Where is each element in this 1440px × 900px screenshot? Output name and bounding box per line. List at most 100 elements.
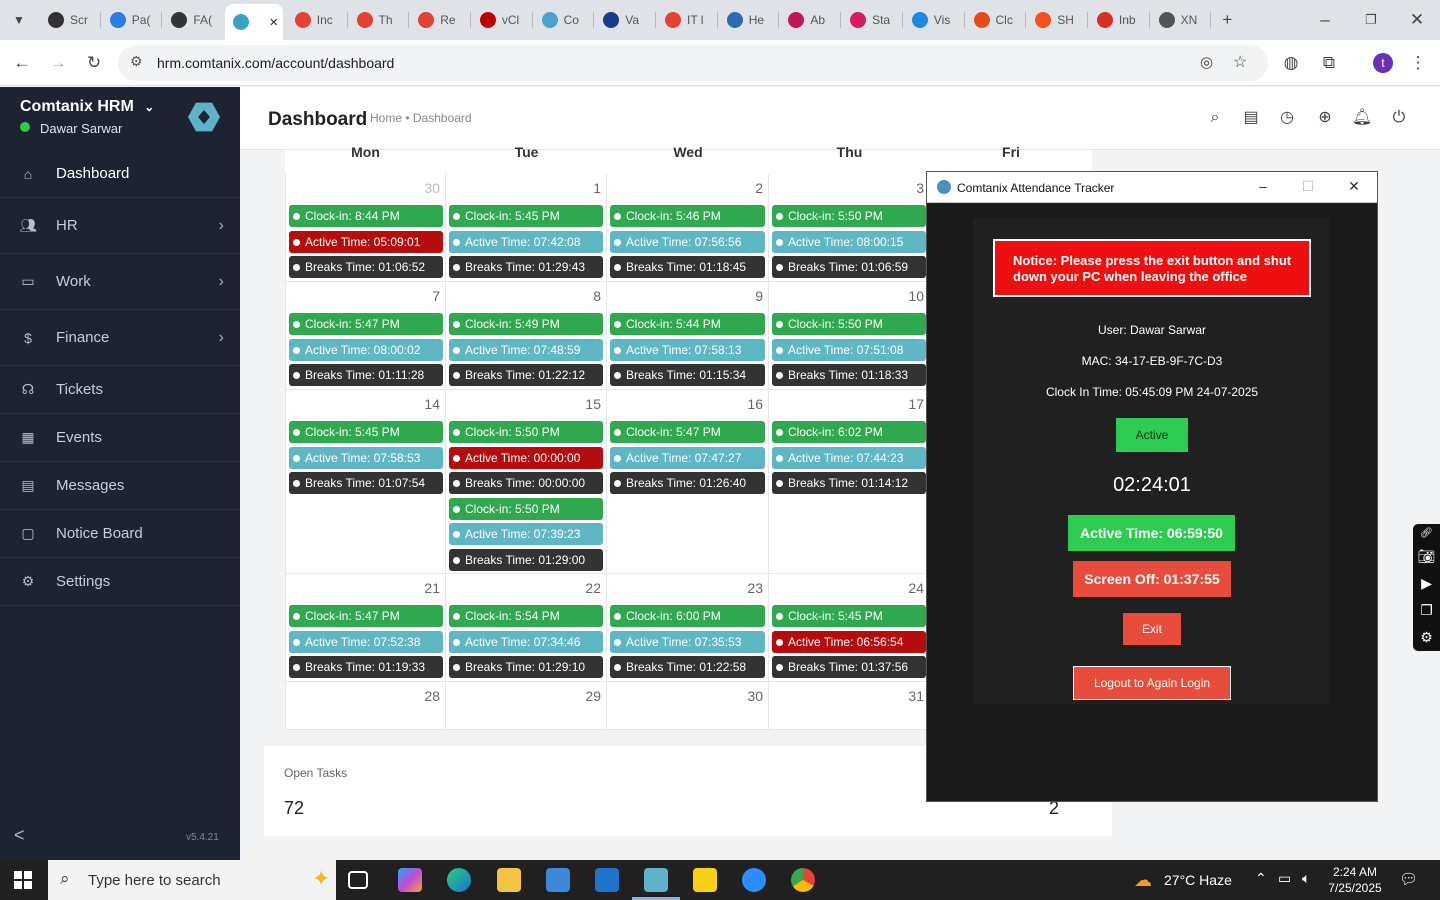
layers-icon[interactable]: ❐	[1413, 597, 1440, 624]
attendance-event[interactable]: Active Time: 07:48:59	[449, 338, 603, 361]
sidebar-item-notice-board[interactable]: ▢ Notice Board	[0, 510, 240, 558]
attendance-event[interactable]: Active Time: 07:42:08	[449, 230, 603, 253]
weather-icon[interactable]: ☁	[1134, 870, 1152, 891]
breadcrumb[interactable]: Home • Dashboard	[370, 111, 472, 125]
sticky-note-icon[interactable]: ▤	[1240, 107, 1262, 129]
sidebar-item-settings[interactable]: ⚙ Settings	[0, 558, 240, 606]
browser-tab[interactable]: XN	[1151, 6, 1209, 34]
browser-tab[interactable]: Th	[349, 6, 407, 34]
forward-button[interactable]: →	[45, 50, 71, 76]
restore-icon[interactable]: ❐	[1358, 7, 1384, 33]
attendance-event[interactable]: Clock-in: 6:02 PM	[772, 421, 926, 443]
attendance-event[interactable]: Breaks Time: 01:29:10	[449, 656, 603, 678]
close-window-icon[interactable]: ✕	[1404, 7, 1430, 33]
attendance-event[interactable]: Clock-in: 5:50 PM	[449, 421, 603, 443]
calendar-day-cell[interactable]: 16 Clock-in: 5:47 PM Active Time: 07:47:27…	[607, 390, 769, 574]
attendance-event[interactable]: Clock-in: 8:44 PM	[289, 205, 443, 227]
attendance-event[interactable]: Breaks Time: 01:18:45	[610, 256, 765, 278]
gear-icon[interactable]: ⚙	[1413, 624, 1440, 651]
browser-tab[interactable]: Scr	[40, 6, 98, 34]
browser-tab[interactable]: He	[719, 6, 777, 34]
attendance-event[interactable]: Clock-in: 5:50 PM	[449, 497, 603, 520]
tab-search-button[interactable]: ▼	[6, 7, 32, 33]
chevron-down-icon[interactable]: ⌄	[144, 100, 154, 114]
brand-name[interactable]: Comtanix HRM ⌄	[20, 98, 154, 116]
close-icon[interactable]: ✕	[1344, 178, 1364, 195]
sidebar-item-work[interactable]: ▭ Work ›	[0, 254, 240, 310]
url-text[interactable]: hrm.comtanix.com/account/dashboard	[157, 55, 394, 71]
calendar-day-cell[interactable]: 7 Clock-in: 5:47 PM Active Time: 08:00:02 B…	[285, 282, 446, 390]
browser-tab[interactable]: Re	[410, 6, 468, 34]
attendance-event[interactable]: Breaks Time: 00:00:00	[449, 472, 603, 494]
browser-tab[interactable]: FA(	[163, 6, 221, 34]
attendance-event[interactable]: Active Time: 07:58:13	[610, 338, 765, 361]
copilot-icon[interactable]	[398, 868, 422, 892]
profile-avatar[interactable]: t	[1373, 53, 1393, 73]
eye-off-icon[interactable]: ◎	[1200, 53, 1213, 71]
minimize-icon[interactable]: –	[1253, 178, 1273, 194]
task-view-icon[interactable]	[348, 871, 368, 889]
bookmark-star-icon[interactable]: ☆	[1233, 52, 1247, 72]
exit-button[interactable]: Exit	[1123, 613, 1181, 645]
video-icon[interactable]: ▶	[1413, 570, 1440, 597]
logout-button[interactable]: Logout to Again Login	[1073, 666, 1231, 700]
back-button[interactable]: ←	[9, 50, 35, 76]
new-tab-button[interactable]: +	[1214, 7, 1240, 33]
attendance-event[interactable]: Breaks Time: 01:29:00	[449, 548, 603, 571]
attendance-event[interactable]: Breaks Time: 01:26:40	[610, 472, 765, 494]
collapse-sidebar-icon[interactable]: <	[14, 825, 25, 846]
attendance-event[interactable]: Clock-in: 5:44 PM	[610, 313, 765, 335]
browser-tab[interactable]: SH	[1027, 6, 1085, 34]
search-icon[interactable]: ⌕	[1204, 107, 1226, 129]
attendance-event[interactable]: Active Time: 07:34:46	[449, 630, 603, 653]
calendar-day-cell[interactable]: 10 Clock-in: 5:50 PM Active Time: 07:51:08…	[769, 282, 930, 390]
attendance-event[interactable]: Clock-in: 5:45 PM	[772, 605, 926, 627]
zoom-icon[interactable]	[742, 868, 766, 892]
attendance-event[interactable]: Clock-in: 5:54 PM	[449, 605, 603, 627]
attendance-event[interactable]: Clock-in: 5:47 PM	[289, 605, 443, 627]
attendance-event[interactable]: Active Time: 07:56:56	[610, 230, 765, 253]
status-button[interactable]: Active	[1116, 418, 1188, 452]
attendance-event[interactable]: Breaks Time: 01:07:54	[289, 472, 443, 494]
calendar-day-cell[interactable]: 22 Clock-in: 5:54 PM Active Time: 07:34:46…	[446, 574, 607, 682]
attendance-event[interactable]: Clock-in: 6:00 PM	[610, 605, 765, 627]
attendance-event[interactable]: Clock-in: 5:47 PM	[610, 421, 765, 443]
calendar-day-cell[interactable]: 28	[285, 682, 446, 730]
browser-tab[interactable]: Clc	[966, 6, 1024, 34]
sidebar-item-tickets[interactable]: ☊ Tickets	[0, 366, 240, 414]
browser-tab[interactable]: Sta	[842, 6, 900, 34]
calendar-day-cell[interactable]: 23 Clock-in: 6:00 PM Active Time: 07:35:53…	[607, 574, 769, 682]
page-scrollbar[interactable]	[1433, 150, 1440, 860]
attendance-event[interactable]: Breaks Time: 01:18:33	[772, 364, 926, 386]
url-box[interactable]: ⚙ hrm.comtanix.com/account/dashboard ◎ ☆	[118, 45, 1268, 81]
add-circle-icon[interactable]: ⊕	[1314, 107, 1336, 129]
site-info-icon[interactable]: ⚙	[130, 53, 143, 70]
tray-chevron-icon[interactable]: ⌃	[1255, 870, 1267, 887]
attendance-event[interactable]: Active Time: 06:56:54	[772, 630, 926, 653]
minimize-icon[interactable]: –	[1312, 7, 1338, 33]
sidebar-item-hr[interactable]: 👥︎ HR ›	[0, 198, 240, 254]
calendar-day-cell[interactable]: 17 Clock-in: 6:02 PM Active Time: 07:44:23…	[769, 390, 930, 574]
attendance-event[interactable]: Clock-in: 5:45 PM	[289, 421, 443, 443]
browser-tab[interactable]: vCl	[472, 6, 530, 34]
attendance-event[interactable]: Breaks Time: 01:37:56	[772, 656, 926, 678]
browser-tab[interactable]: Inc	[287, 6, 345, 34]
attendance-event[interactable]: Active Time: 07:52:38	[289, 630, 443, 653]
calendar-day-cell[interactable]: 24 Clock-in: 5:45 PM Active Time: 06:56:54…	[769, 574, 930, 682]
attendance-event[interactable]: Active Time: 00:00:00	[449, 446, 603, 469]
sidebar-item-dashboard[interactable]: ⌂ Dashboard	[0, 150, 240, 198]
browser-tab[interactable]: ✕	[225, 4, 283, 40]
translate-icon[interactable]: ◍	[1278, 50, 1304, 76]
browser-tab[interactable]: Co	[534, 6, 592, 34]
browser-tab[interactable]: Va	[595, 6, 653, 34]
attendance-event[interactable]: Breaks Time: 01:22:58	[610, 656, 765, 678]
attendance-event[interactable]: Active Time: 07:51:08	[772, 338, 926, 361]
calendar-day-cell[interactable]: 14 Clock-in: 5:45 PM Active Time: 07:58:53…	[285, 390, 446, 574]
browser-tab[interactable]: Inb	[1089, 6, 1147, 34]
link-icon[interactable]: 🔗︎	[1413, 524, 1440, 543]
attendance-event[interactable]: Active Time: 07:58:53	[289, 446, 443, 469]
sidebar-item-messages[interactable]: ▤ Messages	[0, 462, 240, 510]
sidebar-item-finance[interactable]: $ Finance ›	[0, 310, 240, 366]
attendance-event[interactable]: Breaks Time: 01:19:33	[289, 656, 443, 678]
calendar-day-cell[interactable]: 30 Clock-in: 8:44 PM Active Time: 05:09:01…	[285, 174, 446, 282]
